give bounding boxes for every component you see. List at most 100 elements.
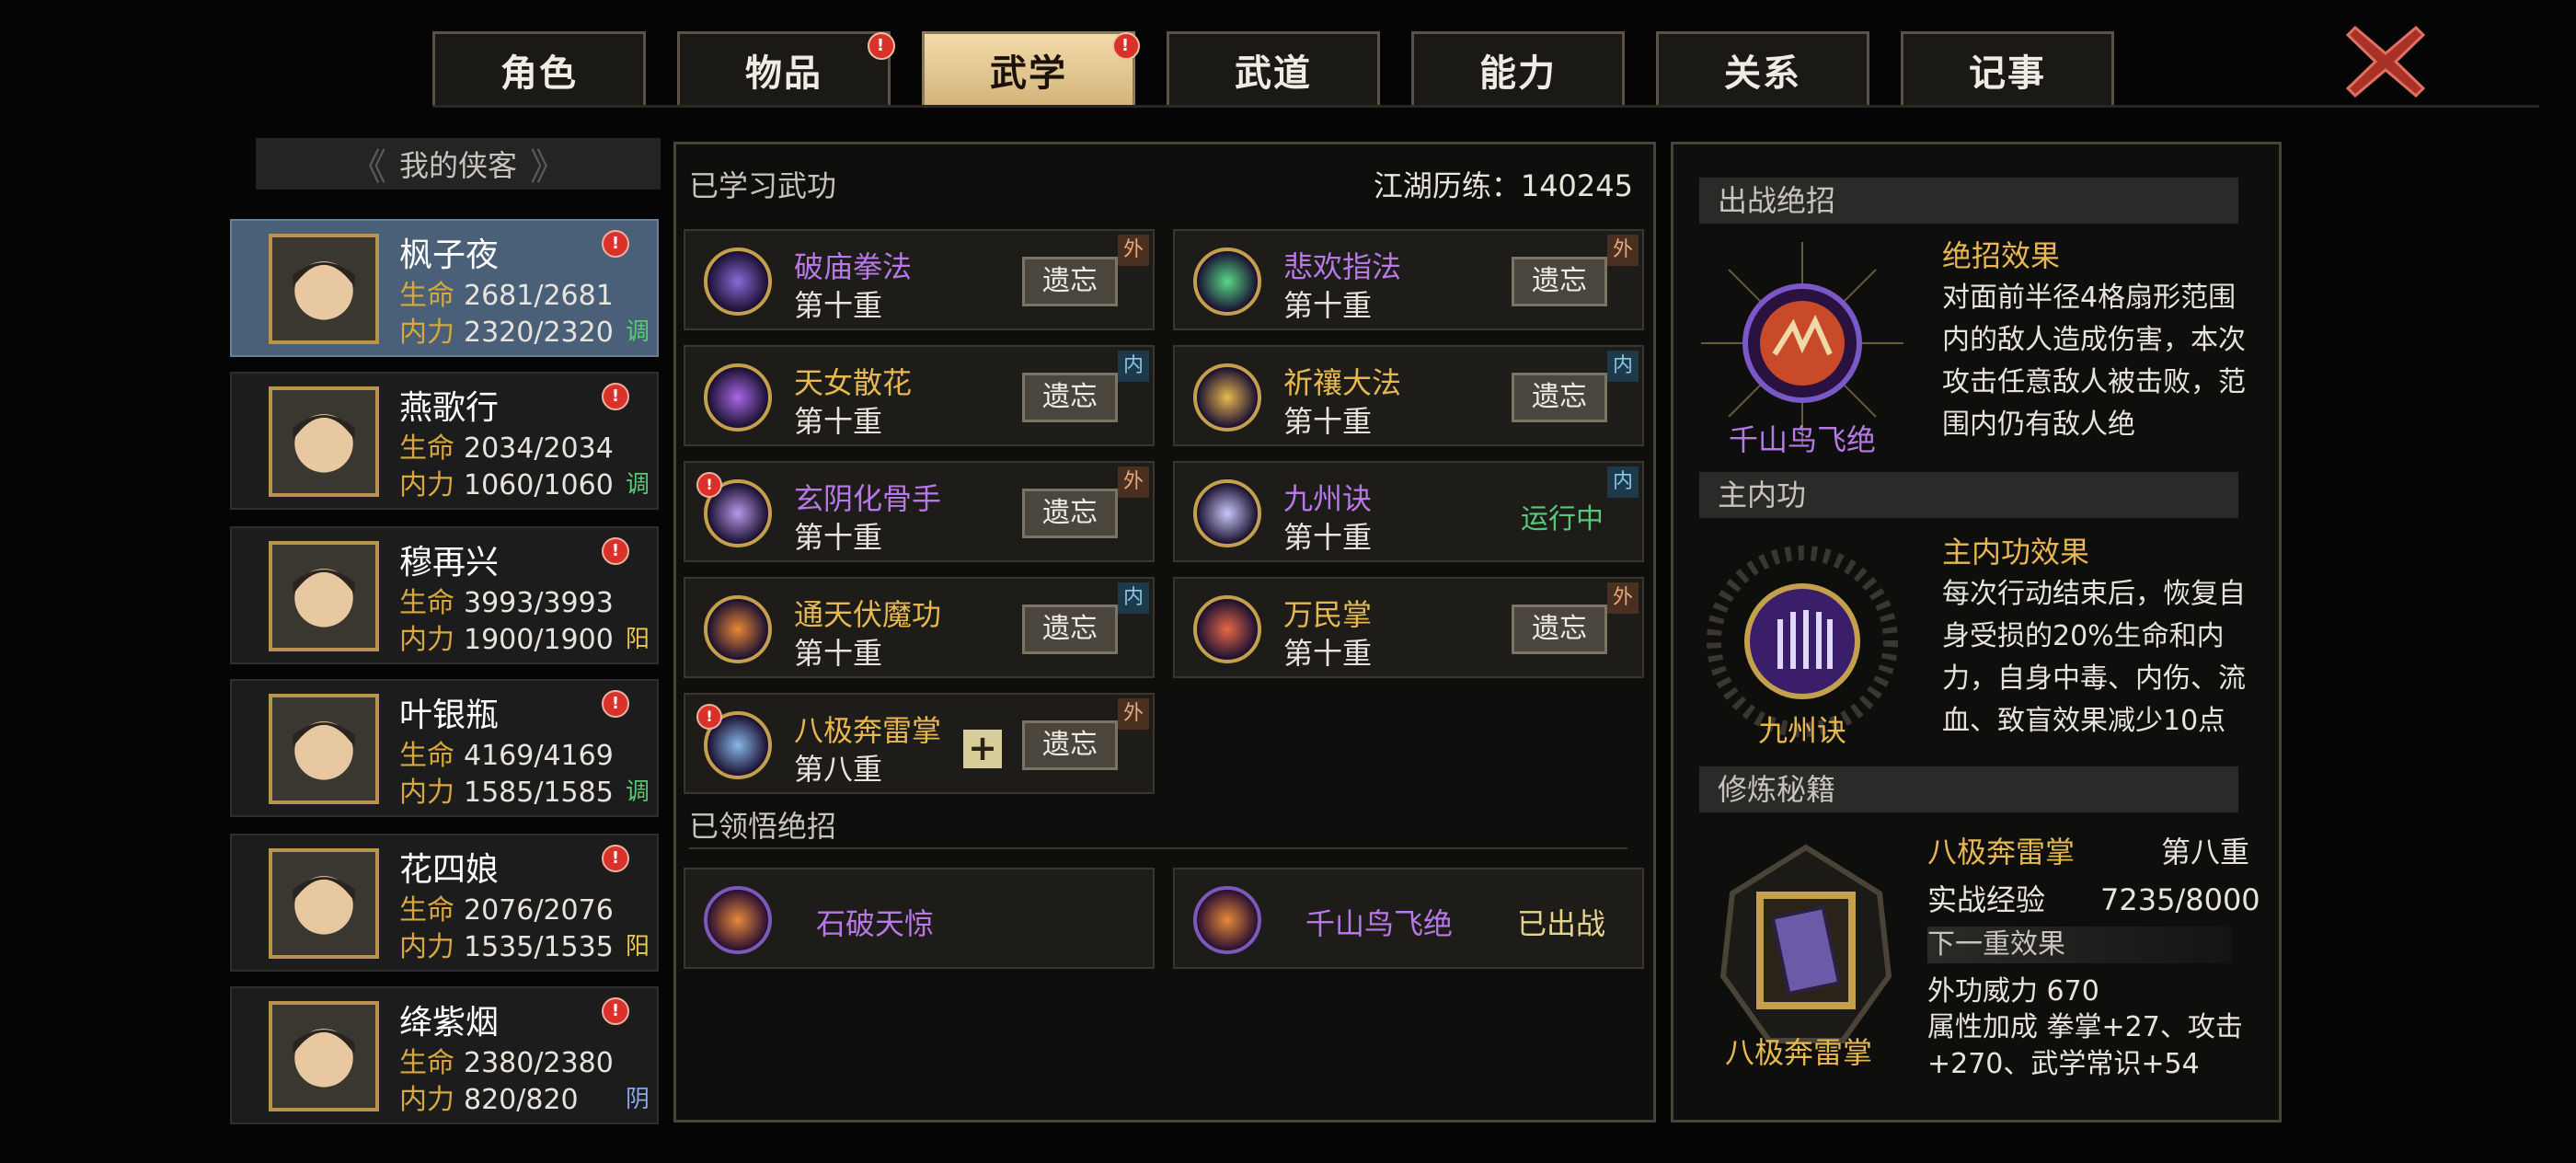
main-internal-header: 主内功 [1699, 472, 2238, 518]
hero-card[interactable]: 叶银瓶 生命 4169/4169 内力 1585/1585 调! [230, 679, 659, 817]
forget-button[interactable]: 遗忘 [1022, 257, 1118, 306]
skill-icon [1193, 248, 1261, 316]
forget-button[interactable]: 遗忘 [1512, 605, 1607, 654]
battle-ultimate-header: 出战绝招 [1699, 178, 2238, 224]
alert-icon: ! [696, 704, 722, 730]
hero-portrait [269, 541, 379, 651]
tab-label: 记事 [1969, 52, 2046, 95]
tab-label: 物品 [745, 52, 822, 95]
alert-icon: ! [602, 997, 629, 1025]
alert-icon: ! [602, 230, 629, 258]
mp-label: 内力 [399, 469, 454, 501]
hero-tag: 调 [625, 778, 650, 806]
ultimate-name: 石破天惊 [816, 906, 935, 941]
hero-list-header: 《 我的侠客 》 [256, 138, 661, 190]
tab-4[interactable]: 能力 [1411, 31, 1625, 105]
forget-button[interactable]: 遗忘 [1022, 489, 1118, 538]
alert-icon: ! [1112, 32, 1140, 60]
hero-portrait [269, 1001, 379, 1111]
skill-type-badge: 外 [1607, 582, 1639, 614]
skill-card[interactable]: 九州诀第十重 内运行中 [1173, 461, 1644, 562]
skill-card[interactable]: 破庙拳法 第十重 外遗忘 [684, 229, 1155, 330]
skill-icon [704, 248, 772, 316]
hero-list-title: 我的侠客 [398, 148, 517, 183]
hero-portrait [269, 234, 379, 344]
upgrade-plus-icon[interactable]: + [963, 730, 1002, 768]
forget-button[interactable]: 遗忘 [1022, 373, 1118, 422]
hp-value: 4169/4169 [464, 740, 614, 772]
manual-book-icon[interactable] [1696, 838, 1916, 1059]
alert-icon: ! [868, 32, 895, 60]
skill-name: 九州诀 [1283, 481, 1373, 516]
mp-value: 2320/2320 [464, 317, 614, 349]
skill-card[interactable]: 祈禳大法 第十重 内遗忘 [1173, 345, 1644, 446]
hero-card[interactable]: 穆再兴 生命 3993/3993 内力 1900/1900 阳! [230, 526, 659, 664]
tab-label: 能力 [1479, 52, 1557, 95]
forget-button[interactable]: 遗忘 [1022, 605, 1118, 654]
manual-level: 第八重 [2161, 835, 2250, 869]
skill-card[interactable]: 八极奔雷掌 第八重 外遗忘! + [684, 693, 1155, 794]
skill-icon [704, 595, 772, 663]
forget-button[interactable]: 遗忘 [1022, 720, 1118, 770]
skill-card[interactable]: 天女散花 第十重 内遗忘 [684, 345, 1155, 446]
alert-icon: ! [602, 537, 629, 565]
tabbar-baseline [432, 105, 2539, 108]
tab-label: 武道 [1235, 52, 1312, 95]
hero-portrait [269, 848, 379, 959]
ultimate-card[interactable]: 石破天惊 [684, 868, 1155, 969]
skill-icon [1193, 595, 1261, 663]
hero-portrait [269, 386, 379, 497]
skill-type-badge: 外 [1607, 235, 1639, 266]
close-icon[interactable] [2344, 20, 2427, 103]
mp-value: 1060/1060 [464, 469, 614, 501]
hero-card[interactable]: 枫子夜 生命 2681/2681 内力 2320/2320 调! [230, 219, 659, 357]
hero-portrait [269, 694, 379, 804]
hero-card[interactable]: 花四娘 生命 2076/2076 内力 1535/1535 阳! [230, 834, 659, 972]
power-label: 外功威力 [1927, 975, 2038, 1008]
hero-card[interactable]: 燕歌行 生命 2034/2034 内力 1060/1060 调! [230, 372, 659, 510]
forget-button[interactable]: 遗忘 [1512, 373, 1607, 422]
ultimate-icon [704, 886, 772, 954]
skill-level: 第十重 [794, 520, 883, 555]
skill-type-badge: 内 [1607, 466, 1639, 498]
hp-label: 生命 [399, 280, 454, 312]
tab-3[interactable]: 武道 [1167, 31, 1380, 105]
skill-card[interactable]: 悲欢指法 第十重 外遗忘 [1173, 229, 1644, 330]
tab-label: 武学 [990, 52, 1067, 95]
ultimate-effect-text: 对面前半径4格扇形范围内的敌人造成伤害，本次攻击任意敌人被击败，范围内仍有敌人绝 [1942, 282, 2246, 441]
learned-skills-title: 已学习武功 [689, 168, 837, 203]
hp-label: 生命 [399, 432, 454, 465]
skill-level: 第十重 [1283, 520, 1373, 555]
battle-ultimate-name: 千山鸟飞绝 [1729, 422, 1877, 457]
hp-value: 2681/2681 [464, 280, 614, 312]
forget-button[interactable]: 遗忘 [1512, 257, 1607, 306]
skill-card[interactable]: 万民掌 第十重 外遗忘 [1173, 577, 1644, 678]
hero-tag: 阳 [625, 933, 650, 961]
skill-card[interactable]: 通天伏魔功 第十重 内遗忘 [684, 577, 1155, 678]
chevron-left-icon[interactable]: 《 [350, 137, 386, 190]
chevron-right-icon[interactable]: 》 [530, 137, 567, 190]
mp-label: 内力 [399, 624, 454, 656]
running-status: 运行中 [1521, 503, 1604, 535]
hero-name: 花四娘 [399, 851, 500, 889]
skill-name: 悲欢指法 [1283, 249, 1402, 284]
skill-card[interactable]: 玄阴化骨手 第十重 外遗忘! [684, 461, 1155, 562]
skill-level: 第十重 [794, 404, 883, 439]
tab-0[interactable]: 角色 [432, 31, 646, 105]
ultimate-card[interactable]: 千山鸟飞绝 已出战 [1173, 868, 1644, 969]
main-internal-name: 九州诀 [1758, 713, 1847, 748]
power-value: 670 [2046, 975, 2099, 1008]
tab-6[interactable]: 记事 [1901, 31, 2114, 105]
skill-type-badge: 内 [1607, 351, 1639, 382]
tab-5[interactable]: 关系 [1656, 31, 1869, 105]
tab-1[interactable]: 物品! [677, 31, 895, 105]
mp-value: 1900/1900 [464, 624, 614, 656]
internal-effect-title: 主内功效果 [1942, 535, 2090, 570]
hero-card[interactable]: 绛紫烟 生命 2380/2380 内力 820/820 阴! [230, 986, 659, 1124]
deployed-status: 已出战 [1516, 906, 1605, 941]
attr-label: 属性加成 [1927, 1011, 2038, 1043]
mp-label: 内力 [399, 317, 454, 349]
skill-level: 第十重 [1283, 404, 1373, 439]
alert-icon: ! [602, 690, 629, 718]
tab-2[interactable]: 武学! [922, 31, 1140, 105]
